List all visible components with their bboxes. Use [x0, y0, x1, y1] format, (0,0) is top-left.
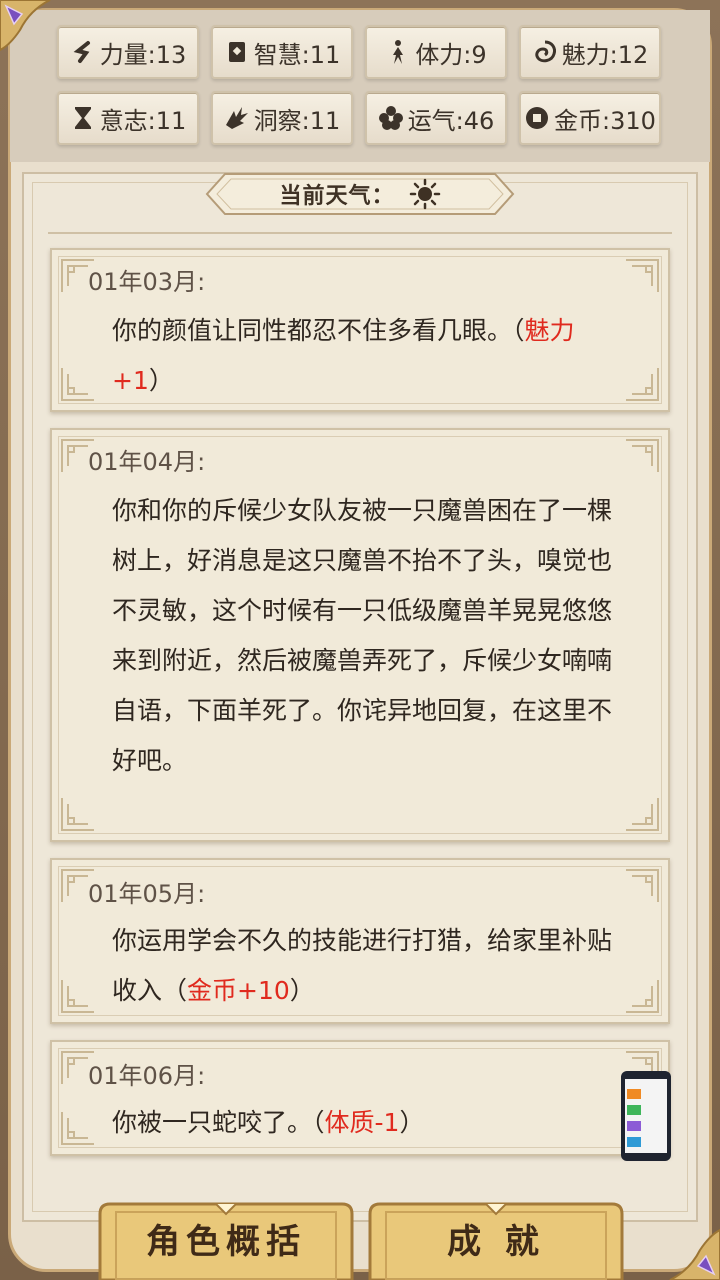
- corner-gem-icon: [669, 1228, 720, 1280]
- overview-button[interactable]: 角色概括: [96, 1196, 356, 1280]
- stamina-figure-icon: [393, 40, 404, 64]
- event-card: 01年03月: 你的颜值让同性都忍不住多看几眼。（魅力+1）: [50, 248, 670, 412]
- stat-insight-label: 洞察:11: [253, 106, 341, 135]
- event-date: 01年03月:: [88, 268, 206, 296]
- stat-luck-label: 运气:46: [407, 106, 495, 135]
- weather-label: 当前天气：: [279, 184, 395, 209]
- stat-wisdom-label: 智慧:11: [253, 40, 341, 69]
- achievements-button[interactable]: 成 就: [366, 1196, 626, 1280]
- stat-stamina-label: 体力:9: [415, 40, 487, 69]
- event-date: 01年06月:: [88, 1062, 206, 1090]
- gold-coin-icon: [526, 107, 549, 129]
- corner-gem-icon: [0, 0, 51, 52]
- stat-stamina: 体力:9: [365, 25, 507, 79]
- event-effect: 金币+10: [187, 976, 290, 1005]
- achievements-button-label: 成 就: [447, 1221, 545, 1262]
- event-card: 01年04月: 你和你的斥候少女队友被一只魔兽困在了一棵树上，好消息是这只魔兽不…: [50, 428, 670, 842]
- event-text: 你的颜值让同性都忍不住多看几眼。（魅力+1）: [112, 316, 575, 395]
- divider: [48, 232, 672, 234]
- charm-icon: [535, 40, 556, 63]
- phone-widget-icon[interactable]: [621, 1071, 671, 1161]
- event-text: 你和你的斥候少女队友被一只魔兽困在了一棵树上，好消息是这只魔兽不抬不了头，嗅觉也…: [112, 496, 613, 775]
- event-date: 01年05月:: [88, 880, 206, 908]
- stat-strength-label: 力量:13: [99, 40, 187, 69]
- stat-gold: 金币:310: [519, 91, 661, 145]
- stat-strength: 力量:13: [57, 25, 199, 79]
- stat-will: 意志:11: [57, 91, 199, 145]
- event-text: 你运用学会不久的技能进行打猎，给家里补贴收入（金币+10）: [112, 926, 613, 1005]
- event-effect: 体质-1: [324, 1108, 400, 1137]
- stat-insight: 洞察:11: [211, 91, 353, 145]
- stat-wisdom: 智慧:11: [211, 25, 353, 79]
- stat-charm: 魅力:12: [519, 25, 661, 79]
- event-text: 你被一只蛇咬了。（体质-1）: [112, 1108, 425, 1137]
- sun-icon: [409, 178, 440, 210]
- stat-gold-label: 金币:310: [554, 106, 656, 135]
- insight-icon: [225, 107, 248, 129]
- event-card: 01年06月: 你被一只蛇咬了。（体质-1）: [50, 1040, 670, 1156]
- stat-charm-label: 魅力:12: [561, 40, 649, 69]
- stat-luck: 运气:46: [365, 91, 507, 145]
- luck-clover-icon: [378, 106, 403, 130]
- overview-button-label: 角色概括: [146, 1221, 306, 1262]
- stat-will-label: 意志:11: [99, 106, 187, 135]
- event-date: 01年04月:: [88, 448, 206, 476]
- strength-icon: [73, 41, 90, 63]
- weather-banner: 当前天气：: [205, 170, 515, 218]
- hourglass-icon: [74, 107, 91, 129]
- wisdom-book-icon: [228, 42, 245, 62]
- event-card: 01年05月: 你运用学会不久的技能进行打猎，给家里补贴收入（金币+10）: [50, 858, 670, 1024]
